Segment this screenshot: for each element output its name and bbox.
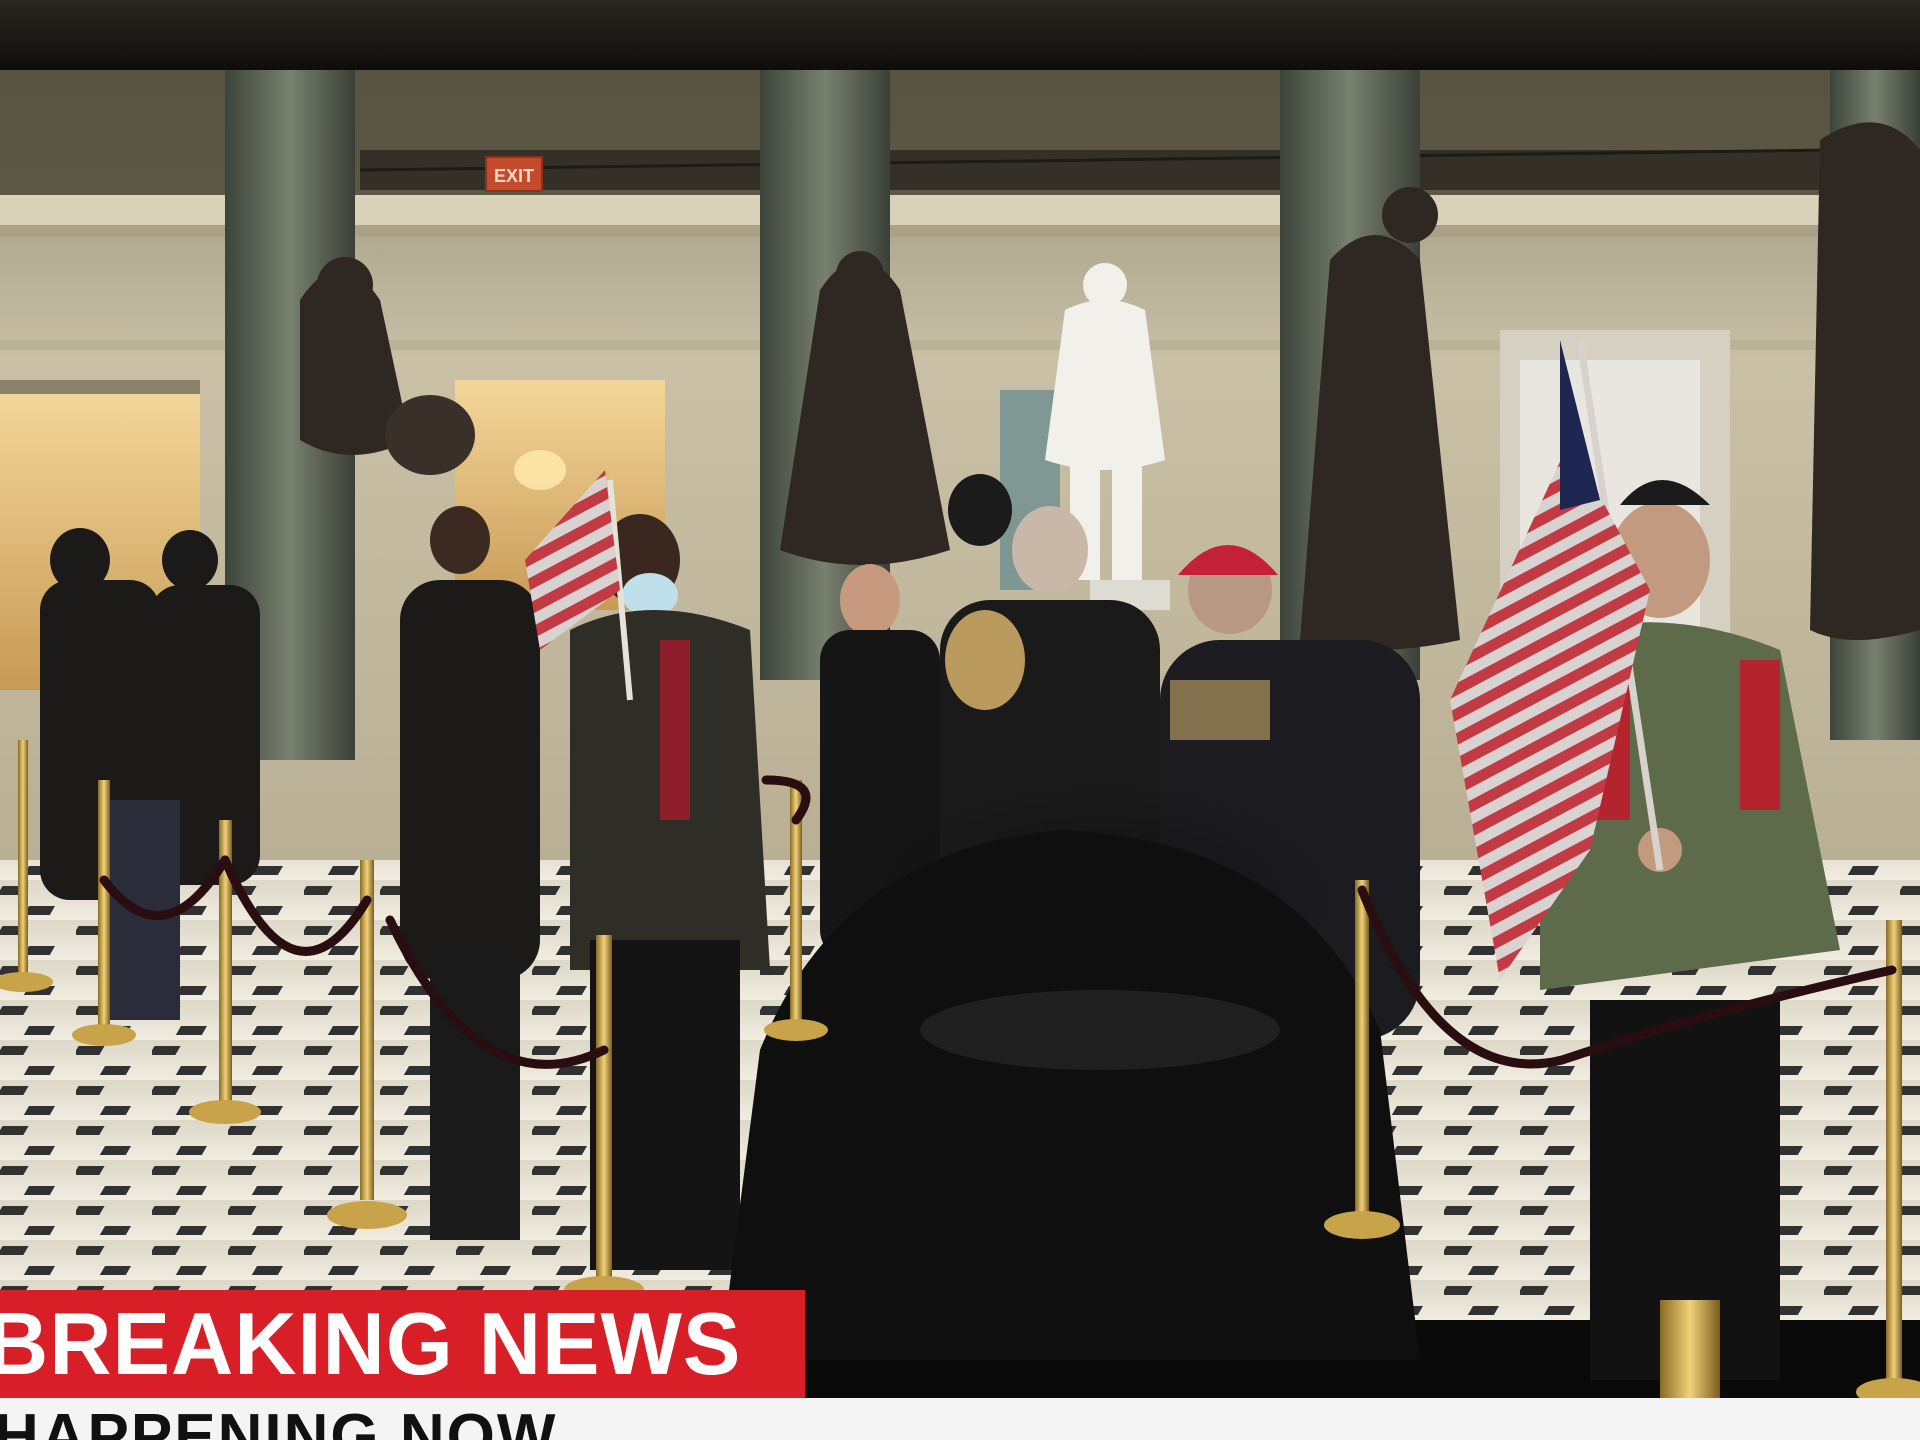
news-ticker: HAPPENING NOW bbox=[0, 1398, 1920, 1440]
breaking-news-banner: BREAKING NEWS bbox=[0, 1290, 805, 1398]
breaking-news-label: BREAKING NEWS bbox=[0, 1294, 742, 1393]
exit-sign: EXIT bbox=[485, 156, 543, 192]
ticker-text: HAPPENING NOW bbox=[0, 1402, 558, 1440]
tv-bezel bbox=[0, 0, 1920, 70]
tv-screen: EXIT BREAKING NEWS HAPPENING NOW bbox=[0, 0, 1920, 1440]
news-footage bbox=[0, 40, 1920, 1410]
